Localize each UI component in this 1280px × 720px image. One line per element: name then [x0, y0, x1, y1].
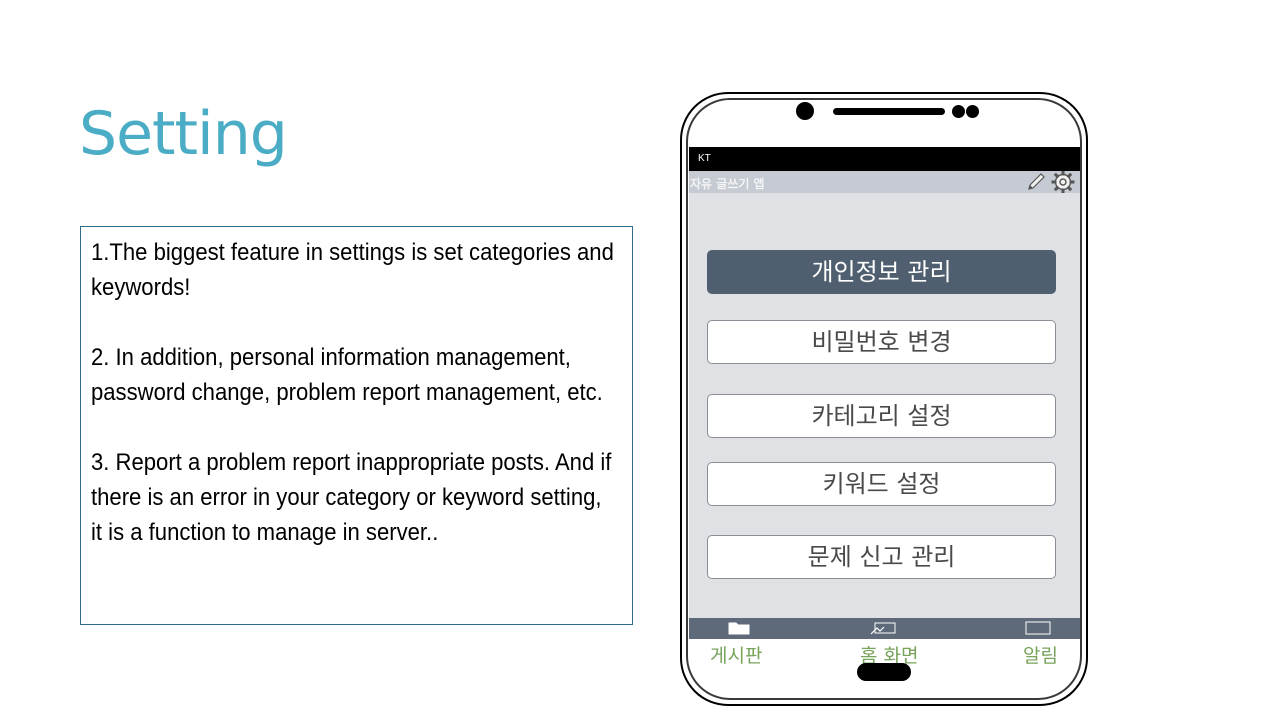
tab-board[interactable]: 게시판 — [710, 641, 762, 668]
change-password-button[interactable]: 비밀번호 변경 — [707, 320, 1056, 364]
problem-report-button[interactable]: 문제 신고 관리 — [707, 535, 1056, 579]
speaker-grille — [833, 108, 945, 115]
keyword-settings-button[interactable]: 키워드 설정 — [707, 462, 1056, 506]
sensor-icon — [952, 105, 965, 118]
phone-screen: KT 자유 글쓰기 앱 개인정보 관리 비밀번호 변경 카테고리 설정 키워드 … — [689, 147, 1080, 639]
description-box: 1.The biggest feature in settings is set… — [80, 226, 633, 625]
personal-info-button[interactable]: 개인정보 관리 — [707, 250, 1056, 294]
home-icon[interactable] — [870, 621, 896, 635]
sensor-icon — [966, 105, 979, 118]
slide-title: Setting — [79, 99, 288, 169]
app-title: 자유 글쓰기 앱 — [690, 177, 765, 191]
carrier-label: KT — [698, 153, 711, 164]
folder-icon[interactable] — [728, 621, 750, 635]
description-point-1: 1.The biggest feature in settings is set… — [91, 239, 614, 301]
camera-icon — [796, 102, 814, 120]
category-settings-button[interactable]: 카테고리 설정 — [707, 394, 1056, 438]
description-point-2: 2. In addition, personal information man… — [91, 344, 603, 406]
notification-icon[interactable] — [1025, 621, 1051, 635]
gear-icon[interactable] — [1051, 171, 1075, 193]
home-button[interactable] — [857, 663, 911, 681]
pencil-icon[interactable] — [1025, 172, 1047, 192]
bottom-tab-bar — [689, 618, 1080, 639]
tab-notifications[interactable]: 알림 — [1023, 641, 1058, 668]
description-point-3: 3. Report a problem report inappropriate… — [91, 449, 612, 546]
status-bar: KT — [689, 147, 1080, 171]
app-bar: 자유 글쓰기 앱 — [689, 171, 1080, 193]
